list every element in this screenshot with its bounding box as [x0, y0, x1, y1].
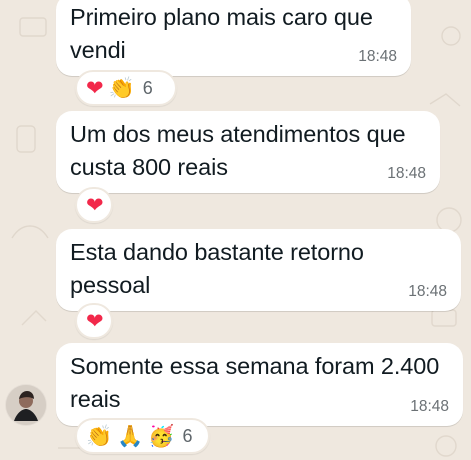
folded-hands-icon: 🙏 [117, 423, 144, 448]
message-text: Primeiro plano mais caro que vendi [70, 4, 373, 63]
person-avatar-icon [6, 385, 46, 425]
message-bubble[interactable]: Esta dando bastante retorno pessoal 18:4… [56, 229, 461, 311]
message-text: Esta dando bastante retorno pessoal [70, 239, 364, 298]
message-timestamp: 18:48 [358, 48, 397, 65]
reaction-bar[interactable]: 👏 🙏 🥳 6 [75, 418, 210, 454]
message-bubble[interactable]: Primeiro plano mais caro que vendi 18:48 [56, 0, 411, 76]
message-timestamp: 18:48 [410, 398, 449, 415]
message-bubble[interactable]: Somente essa semana foram 2.400 reais 18… [56, 343, 463, 426]
clapping-hands-icon: 👏 [108, 75, 135, 100]
clapping-hands-icon: 👏 [86, 423, 113, 448]
reaction-count: 6 [142, 78, 153, 98]
reaction-bar[interactable]: ❤ [75, 187, 113, 223]
message-timestamp: 18:48 [408, 283, 447, 300]
message-text: Somente essa semana foram 2.400 reais [70, 353, 440, 412]
message-text: Um dos meus atendimentos que custa 800 r… [70, 121, 406, 180]
red-heart-icon: ❤ [86, 308, 104, 333]
red-heart-icon: ❤ [86, 75, 104, 100]
partying-face-icon: 🥳 [148, 423, 175, 448]
red-heart-icon: ❤ [86, 192, 104, 217]
message-bubble[interactable]: Um dos meus atendimentos que custa 800 r… [56, 111, 440, 193]
message-timestamp: 18:48 [387, 165, 426, 182]
reaction-bar[interactable]: ❤ 👏 6 [75, 70, 177, 106]
reaction-count: 6 [182, 426, 193, 446]
reaction-bar[interactable]: ❤ [75, 303, 113, 339]
avatar[interactable] [6, 385, 46, 425]
